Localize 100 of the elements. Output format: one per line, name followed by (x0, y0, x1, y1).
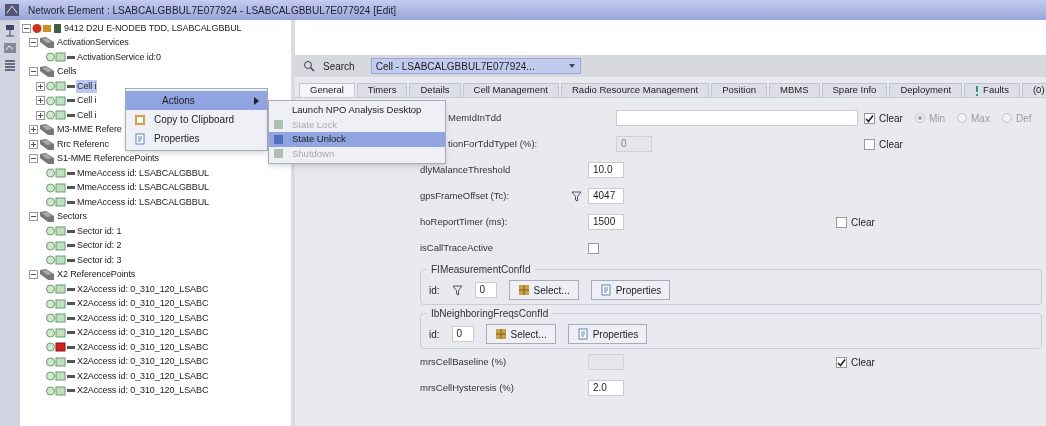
status-icon (46, 182, 66, 193)
field-label: id: (429, 327, 440, 342)
status-icon (46, 95, 66, 106)
tab[interactable]: Position (711, 83, 768, 97)
tree-item[interactable]: X2Access id: 0_310_120_LSABC (76, 369, 210, 383)
menu-item[interactable]: Properties (126, 129, 267, 148)
collapse-toggle[interactable] (29, 67, 38, 77)
tree-item[interactable]: X2Access id: 0_310_120_LSABC (76, 297, 210, 311)
properties-button[interactable]: Properties (567, 324, 648, 344)
field-label: isCallTraceActive (420, 240, 494, 255)
tree-item[interactable]: Sector id: 2 (76, 239, 123, 253)
tree-item[interactable]: Sector id: 1 (76, 224, 123, 238)
field-label: dlyMalanceThreshold (420, 162, 511, 177)
tab[interactable]: MBMS (769, 83, 820, 97)
menu-item[interactable]: Launch NPO Analysis Desktop (269, 103, 445, 118)
search-label: Search (323, 59, 355, 74)
tree-item[interactable]: Rrc Referenc (56, 137, 110, 151)
tab[interactable]: Faults (964, 83, 1020, 97)
tab[interactable]: General (299, 83, 355, 97)
input-field[interactable]: 10.0 (588, 162, 624, 178)
expand-toggle[interactable] (29, 139, 38, 149)
tree-item[interactable]: X2Access id: 0_310_120_LSABC (76, 355, 210, 369)
radio-button[interactable] (1001, 113, 1012, 123)
radio-button[interactable] (914, 113, 925, 123)
select-button[interactable]: Select... (508, 280, 579, 300)
collapse-toggle[interactable] (29, 212, 38, 222)
grid-icon (494, 328, 507, 340)
tree-item[interactable]: Cell i (76, 108, 98, 122)
link-icon (67, 228, 75, 234)
checkbox[interactable] (588, 242, 599, 254)
status-icon (46, 81, 66, 92)
collapse-toggle[interactable] (22, 23, 31, 33)
tree-item[interactable]: X2Access id: 0_310_120_LSABC (76, 340, 210, 354)
tab[interactable]: (0) (1021, 83, 1046, 97)
checkbox-label: Clear (851, 215, 875, 230)
tree-item[interactable]: Cells (56, 65, 78, 79)
list-icon[interactable] (3, 58, 17, 72)
link-icon (67, 388, 75, 394)
object-dropdown[interactable]: Cell - LSABCALGBBUL7E077924... (370, 58, 581, 74)
tab[interactable]: Radio Resource Management (561, 83, 710, 97)
id-field[interactable]: 0 (474, 282, 497, 298)
tab[interactable]: Cell Management (462, 83, 559, 97)
checkbox[interactable] (836, 216, 847, 228)
tree-item[interactable]: X2Access id: 0_310_120_LSABC (76, 311, 210, 325)
id-field[interactable]: 0 (451, 326, 474, 342)
tree-item[interactable]: X2Access id: 0_310_120_LSABC (76, 282, 210, 296)
tree-item[interactable]: 9412 D2U E-NODEB TDD, LSABCALGBBUL (63, 21, 243, 35)
input-field[interactable]: 2.0 (588, 380, 624, 396)
tree-item[interactable]: MmeAccess id: LSABCALGBBUL (76, 181, 210, 195)
tree-item[interactable]: X2 ReferencePoints (56, 268, 137, 282)
input-field[interactable]: 4047 (588, 188, 624, 204)
properties-icon (134, 132, 146, 145)
tree-item[interactable]: Sector id: 3 (76, 253, 123, 267)
grid-icon (517, 284, 530, 296)
menu-item[interactable]: Actions (126, 91, 267, 110)
tree-item[interactable]: Cell i (76, 94, 98, 108)
dropdown-arrow-icon (567, 63, 576, 69)
expand-toggle[interactable] (36, 81, 45, 91)
tree-item[interactable]: Sectors (56, 210, 88, 224)
tree-item[interactable]: M3-MME Refere (56, 123, 123, 137)
status-icon (46, 356, 66, 367)
select-button[interactable]: Select... (485, 324, 556, 344)
status-icon (46, 168, 66, 179)
tree-item[interactable]: X2Access id: 0_310_120_LSABC (76, 384, 210, 398)
checkbox[interactable] (864, 112, 875, 124)
status-icon (46, 385, 66, 396)
tab[interactable]: Timers (356, 83, 408, 97)
tree-view-icon[interactable] (3, 24, 17, 38)
checkbox-label: Clear (879, 137, 903, 152)
expand-toggle[interactable] (36, 110, 45, 120)
tree-item[interactable]: X2Access id: 0_310_120_LSABC (76, 326, 210, 340)
collapse-toggle[interactable] (29, 154, 38, 164)
tab[interactable]: Details (409, 83, 461, 97)
tab[interactable]: Deployment (889, 83, 963, 97)
status-icon (46, 284, 66, 295)
tree-item[interactable]: ActivationService id:0 (76, 50, 162, 64)
expand-toggle[interactable] (36, 96, 45, 106)
tree-item[interactable]: S1-MME ReferencePoints (56, 152, 160, 166)
tree-item[interactable]: MmeAccess id: LSABCALGBBUL (76, 166, 210, 180)
properties-icon (576, 328, 589, 340)
tab[interactable]: Spare Info (821, 83, 888, 97)
expand-toggle[interactable] (29, 125, 38, 135)
folder-icon (39, 36, 55, 50)
collapse-toggle[interactable] (29, 270, 38, 280)
collapse-toggle[interactable] (29, 38, 38, 48)
status-icon (46, 298, 66, 309)
tree-item[interactable]: MmeAccess id: LSABCALGBBUL (76, 195, 210, 209)
input-field[interactable]: 1500 (588, 214, 624, 230)
menu-item[interactable]: State Unlock (269, 132, 445, 147)
properties-button[interactable]: Properties (590, 280, 671, 300)
field-label: mrsCellBaseline (%) (420, 354, 507, 369)
link-icon (67, 83, 75, 89)
link-icon (67, 54, 75, 60)
app-icon (4, 3, 20, 17)
tree-item[interactable]: ActivationServices (56, 36, 130, 50)
radio-button[interactable] (957, 113, 968, 123)
menu-item[interactable]: Copy to Clipboard (126, 110, 267, 129)
tree-item[interactable]: Cell i (76, 79, 98, 93)
input-field[interactable] (616, 110, 858, 126)
radio-label: Max (971, 111, 990, 126)
